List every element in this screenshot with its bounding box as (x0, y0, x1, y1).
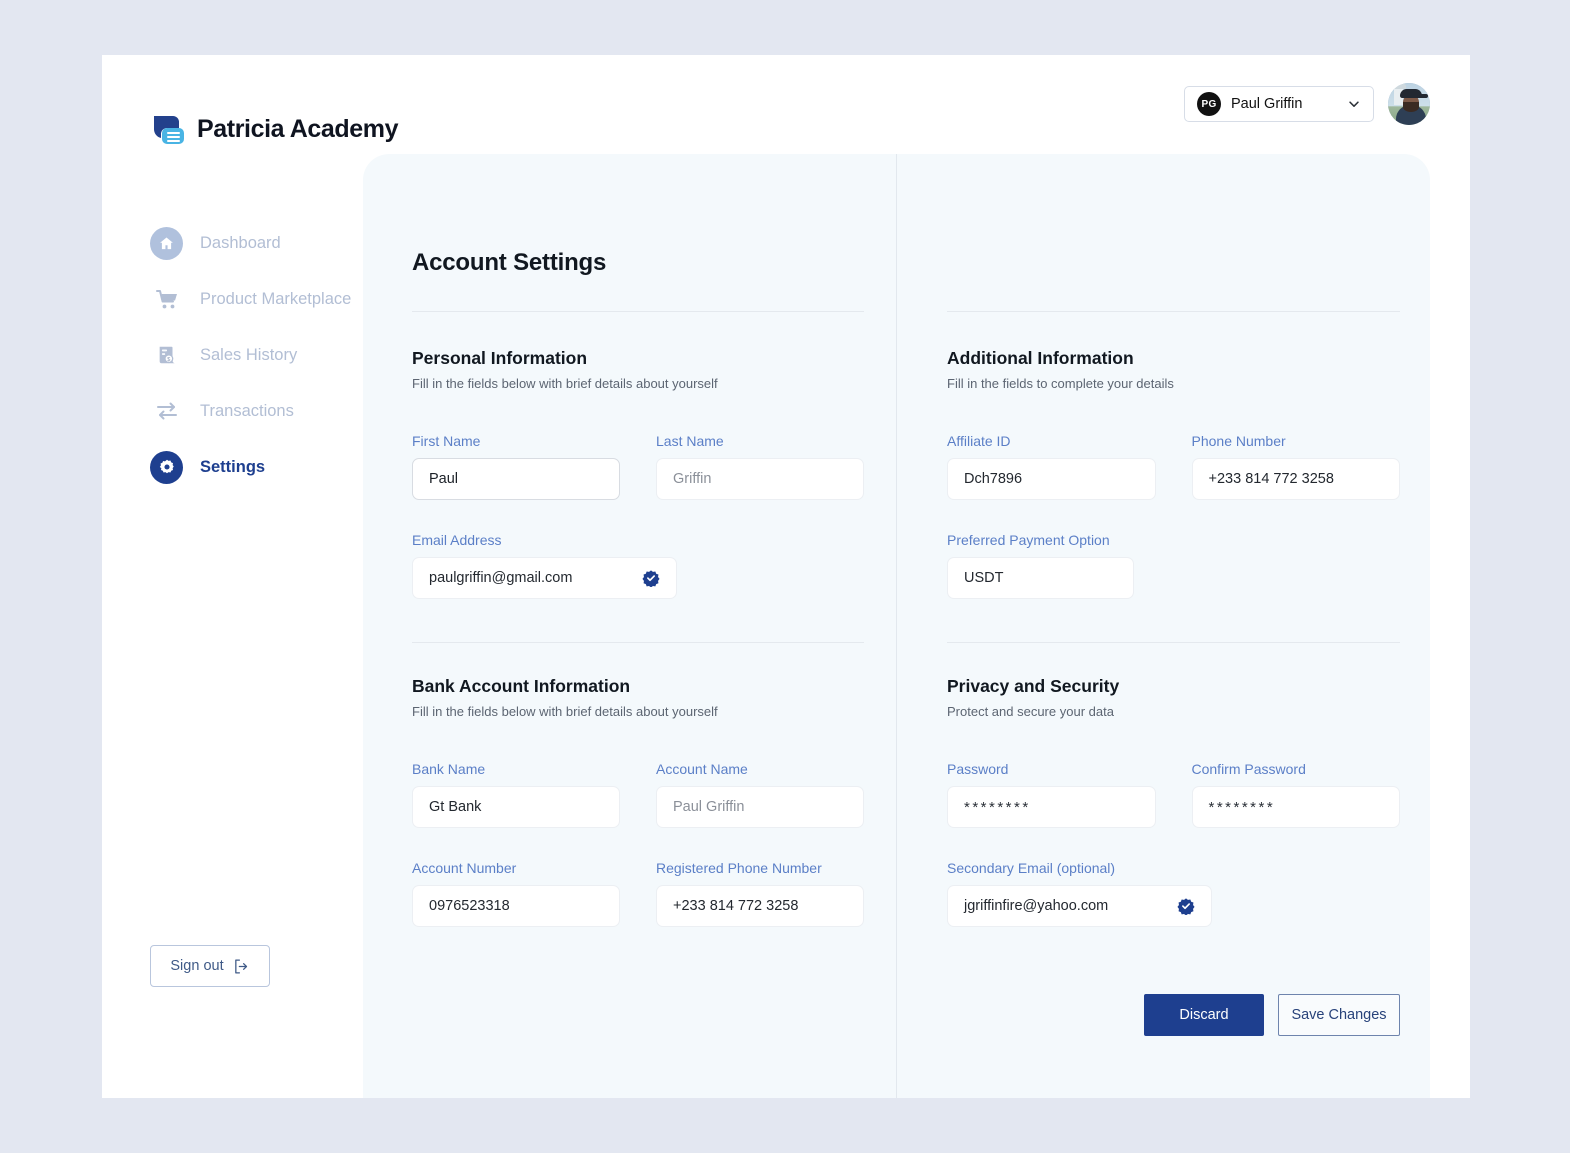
password-input[interactable]: ******** (947, 786, 1156, 828)
email-address-field: Email Address paulgriffin@gmail.com (412, 532, 677, 599)
bank-name-field: Bank Name Gt Bank (412, 761, 620, 828)
section-heading: Additional Information (947, 348, 1134, 368)
section-heading: Bank Account Information (412, 676, 631, 696)
svg-text:$: $ (167, 357, 170, 363)
section-heading: Privacy and Security (947, 676, 1120, 696)
account-name-input[interactable]: Paul Griffin (656, 786, 864, 828)
section-divider (412, 642, 864, 643)
bank-name-label: Bank Name (412, 761, 486, 777)
email-address-label: Email Address (412, 532, 502, 548)
brand-logo[interactable]: Patricia Academy (150, 110, 399, 148)
last-name-label: Last Name (656, 433, 724, 449)
sign-out-button[interactable]: Sign out (150, 945, 270, 987)
affiliate-id-field: Affiliate ID Dch7896 (947, 433, 1156, 500)
bank-account-information-section: Bank Account Information Fill in the fie… (412, 676, 864, 927)
registered-phone-number-label: Registered Phone Number (656, 860, 822, 876)
account-settings-panel: Account Settings Personal Information Fi… (363, 154, 1430, 1098)
password-label: Password (947, 761, 1009, 777)
header-user-name: Paul Griffin (1231, 96, 1303, 112)
email-address-input[interactable]: paulgriffin@gmail.com (412, 557, 677, 599)
app-card: Patricia Academy PG Paul Griffin Dashboa… (102, 55, 1470, 1098)
section-divider (947, 642, 1400, 643)
brand-name: Patricia Academy (197, 114, 399, 143)
confirm-password-input[interactable]: ******** (1191, 786, 1400, 828)
column-divider (896, 154, 897, 1098)
privacy-and-security-section: Privacy and Security Protect and secure … (947, 676, 1400, 927)
discard-button[interactable]: Discard (1144, 994, 1264, 1036)
sign-out-label: Sign out (170, 958, 224, 974)
page-title: Account Settings (412, 249, 607, 276)
first-name-input[interactable]: Paul (412, 458, 620, 500)
account-name-field: Account Name Paul Griffin (656, 761, 864, 828)
patricia-academy-logo-icon (150, 110, 188, 148)
email-address-value: paulgriffin@gmail.com (429, 570, 573, 586)
chevron-down-icon (1349, 101, 1359, 107)
user-avatar-photo[interactable] (1388, 83, 1430, 125)
phone-number-field: Phone Number +233 814 772 3258 (1191, 433, 1400, 500)
verified-badge-icon (642, 570, 660, 587)
secondary-email-value: jgriffinfire@yahoo.com (964, 898, 1109, 914)
shopping-cart-icon (150, 283, 183, 316)
page-background: Patricia Academy PG Paul Griffin Dashboa… (0, 0, 1570, 1153)
phone-number-input[interactable]: +233 814 772 3258 (1191, 458, 1400, 500)
account-number-input[interactable]: 0976523318 (412, 885, 620, 927)
secondary-email-input[interactable]: jgriffinfire@yahoo.com (947, 885, 1212, 927)
verified-badge-icon (1177, 898, 1195, 915)
receipt-icon: $ (150, 339, 183, 372)
last-name-field: Last Name Griffin (656, 433, 864, 500)
account-name-label: Account Name (656, 761, 748, 777)
last-name-input[interactable]: Griffin (656, 458, 864, 500)
sidebar-item-label: Dashboard (200, 233, 281, 252)
logout-icon (234, 958, 247, 974)
secondary-email-label: Secondary Email (optional) (947, 860, 1116, 876)
confirm-password-label: Confirm Password (1191, 761, 1306, 777)
account-number-label: Account Number (412, 860, 517, 876)
home-icon (150, 226, 183, 260)
preferred-payment-option-input[interactable]: USDT (947, 557, 1134, 599)
affiliate-id-input[interactable]: Dch7896 (947, 458, 1156, 500)
user-initials-badge: PG (1197, 92, 1221, 116)
section-subtext: Fill in the fields below with brief deta… (412, 376, 718, 391)
preferred-payment-option-label: Preferred Payment Option (947, 532, 1110, 548)
header-bar: PG Paul Griffin (1184, 83, 1430, 125)
section-subtext: Fill in the fields below with brief deta… (412, 704, 718, 719)
section-subtext: Protect and secure your data (947, 704, 1114, 719)
first-name-label: First Name (412, 433, 481, 449)
registered-phone-number-input[interactable]: +233 814 772 3258 (656, 885, 864, 927)
user-account-dropdown[interactable]: PG Paul Griffin (1184, 86, 1374, 122)
bank-name-input[interactable]: Gt Bank (412, 786, 620, 828)
phone-number-label: Phone Number (1191, 433, 1286, 449)
affiliate-id-label: Affiliate ID (947, 433, 1011, 449)
personal-information-section: Personal Information Fill in the fields … (412, 348, 864, 599)
first-name-field: First Name Paul (412, 433, 620, 500)
secondary-email-field: Secondary Email (optional) jgriffinfire@… (947, 860, 1212, 927)
section-heading: Personal Information (412, 348, 588, 368)
password-field: Password ******** (947, 761, 1156, 828)
gear-icon (150, 450, 183, 484)
exchange-arrows-icon (150, 395, 183, 428)
section-subtext: Fill in the fields to complete your deta… (947, 376, 1174, 391)
save-changes-button[interactable]: Save Changes (1278, 994, 1400, 1036)
registered-phone-number-field: Registered Phone Number +233 814 772 325… (656, 860, 864, 927)
sidebar-item-label: Sales History (200, 345, 298, 364)
sidebar-item-label: Settings (200, 457, 266, 476)
account-number-field: Account Number 0976523318 (412, 860, 620, 927)
preferred-payment-option-field: Preferred Payment Option USDT (947, 532, 1134, 599)
sidebar-item-label: Transactions (200, 401, 294, 420)
sidebar-item-label: Product Marketplace (200, 289, 352, 308)
confirm-password-field: Confirm Password ******** (1191, 761, 1400, 828)
section-divider (947, 311, 1400, 312)
section-divider (412, 311, 864, 312)
form-actions: Discard Save Changes (947, 994, 1400, 1036)
additional-information-section: Additional Information Fill in the field… (947, 348, 1400, 599)
